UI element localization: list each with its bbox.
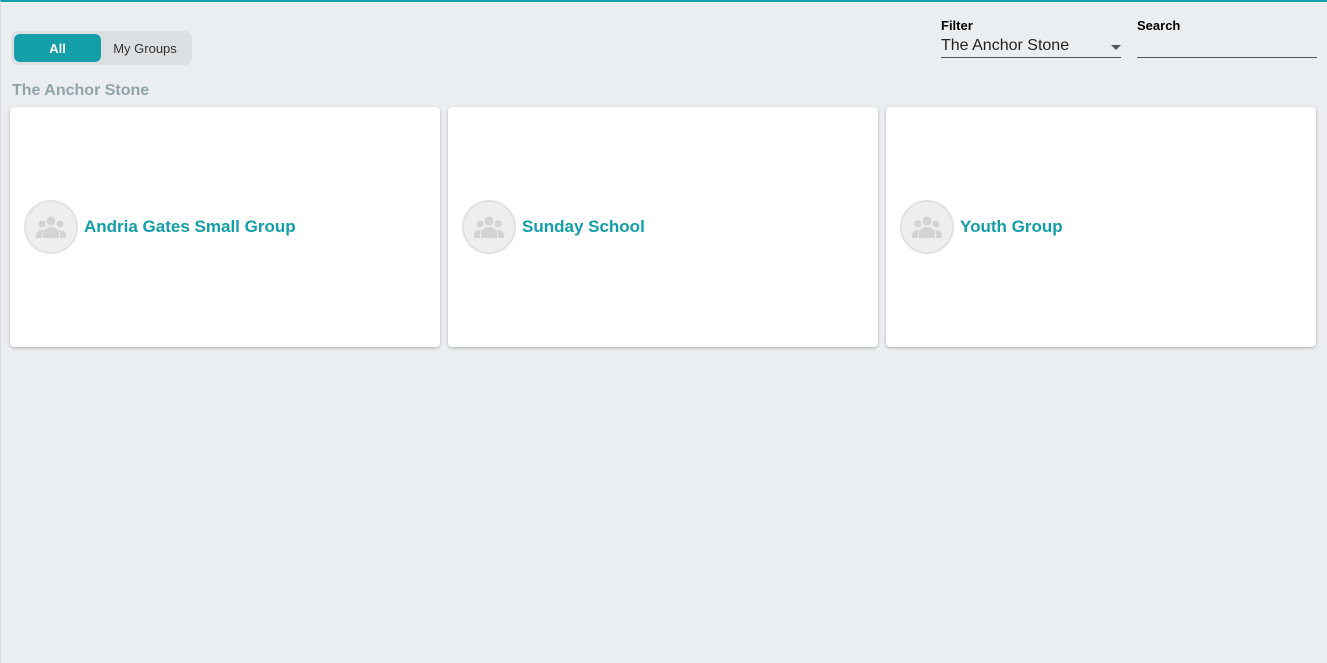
group-name[interactable]: Youth Group [960,217,1063,237]
view-toggle: All My Groups [11,31,192,65]
search-label: Search [1137,18,1181,33]
group-name[interactable]: Sunday School [522,217,645,237]
group-icon [900,200,954,254]
caret-down-icon [1111,45,1121,50]
filter-label: Filter [941,18,973,33]
group-card[interactable]: Youth Group [886,107,1316,347]
tab-all[interactable]: All [14,34,101,62]
search-field[interactable]: Search [1137,18,1317,58]
group-icon [462,200,516,254]
tab-my-groups[interactable]: My Groups [101,34,189,62]
search-input[interactable] [1137,33,1317,58]
group-card[interactable]: Sunday School [448,107,878,347]
filter-select[interactable]: Filter The Anchor Stone [941,18,1121,58]
group-card[interactable]: Andria Gates Small Group [10,107,440,347]
group-name[interactable]: Andria Gates Small Group [84,217,296,237]
group-icon [24,200,78,254]
filter-value: The Anchor Stone [941,37,1070,54]
section-title: The Anchor Stone [12,82,150,99]
